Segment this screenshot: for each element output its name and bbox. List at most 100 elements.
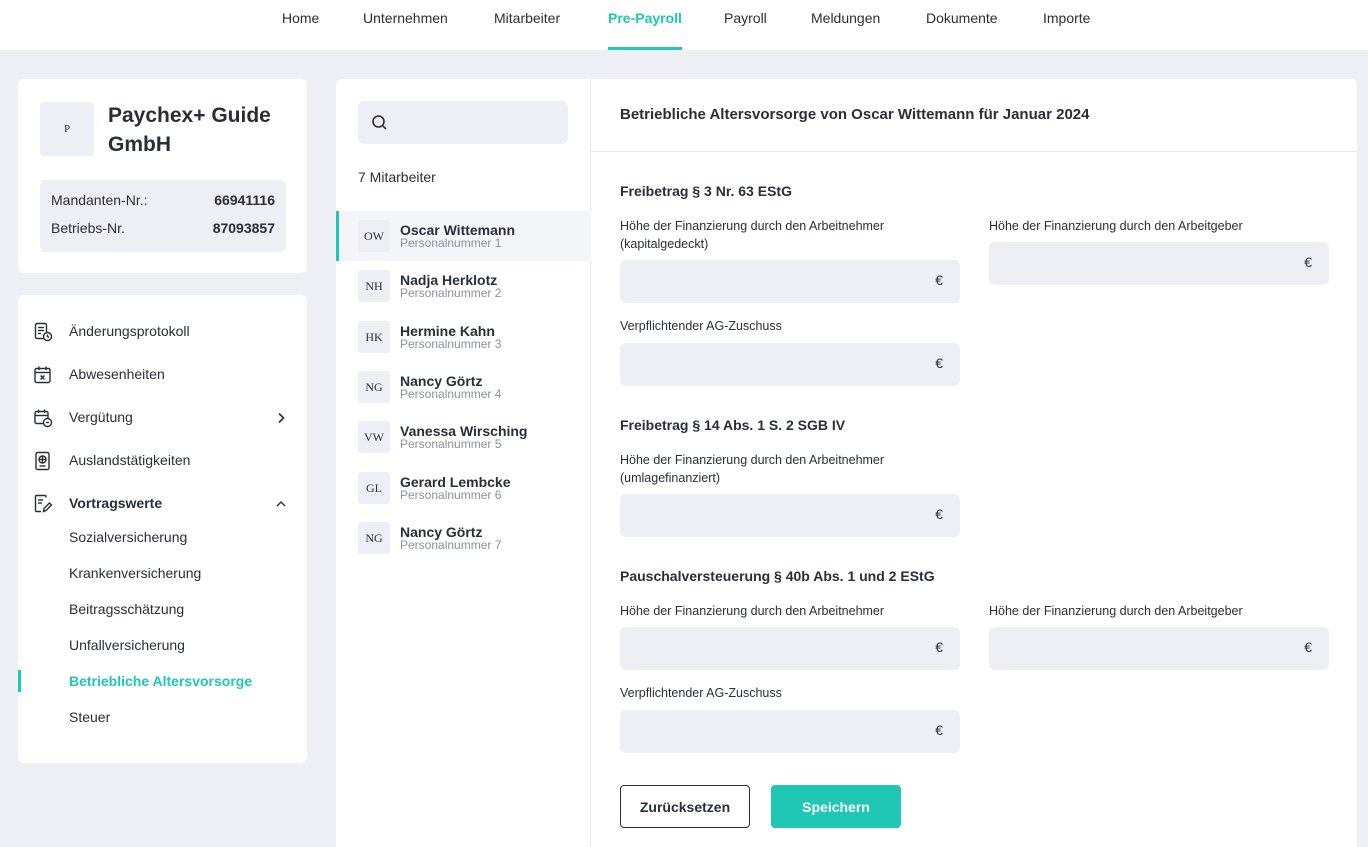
employee-item[interactable]: OW Oscar Wittemann Personalnummer 1 bbox=[336, 211, 591, 261]
euro-suffix: € bbox=[935, 722, 943, 738]
euro-suffix: € bbox=[935, 355, 943, 371]
betrieb-row: Betriebs-Nr. 87093857 bbox=[51, 220, 275, 240]
submenu-beitragsschaetzung[interactable]: Beitragsschätzung bbox=[18, 596, 307, 622]
employee-number: Personalnummer 5 bbox=[400, 437, 502, 451]
edit-document-icon bbox=[34, 494, 53, 513]
menu-label: Änderungsprotokoll bbox=[69, 323, 190, 339]
mandant-value: 66941116 bbox=[214, 192, 275, 208]
menu-item-abwesenheiten[interactable]: Abwesenheiten bbox=[18, 360, 307, 390]
submenu-label: Beitragsschätzung bbox=[69, 601, 185, 617]
section-title-40b: Pauschalversteuerung § 40b Abs. 1 und 2 … bbox=[620, 568, 935, 584]
field-label-an-sec3: Höhe der Finanzierung durch den Arbeitne… bbox=[620, 604, 885, 618]
main-panel: 7 Mitarbeiter OW Oscar Wittemann Persona… bbox=[336, 79, 1357, 847]
field-label-an-umlagefinanziert: Höhe der Finanzierung durch den Arbeitne… bbox=[620, 453, 885, 485]
save-button[interactable]: Speichern bbox=[771, 785, 901, 828]
menu-item-verguetung[interactable]: Vergütung bbox=[18, 403, 307, 433]
avatar: OW bbox=[358, 220, 390, 252]
field-label-ag-sec3: Höhe der Finanzierung durch den Arbeitge… bbox=[989, 604, 1243, 618]
submenu-betriebliche-altersvorsorge[interactable]: Betriebliche Altersvorsorge bbox=[18, 668, 307, 694]
avatar: VW bbox=[358, 421, 390, 453]
side-menu: Änderungsprotokoll Abwesenheiten Vergütu… bbox=[18, 295, 307, 763]
form-header: Betriebliche Altersvorsorge von Oscar Wi… bbox=[591, 79, 1357, 152]
search-input[interactable] bbox=[398, 109, 558, 136]
nav-dokumente[interactable]: Dokumente bbox=[926, 0, 998, 50]
avatar: GL bbox=[358, 472, 390, 504]
submenu-steuer[interactable]: Steuer bbox=[18, 704, 307, 730]
employee-item[interactable]: GL Gerard Lembcke Personalnummer 6 bbox=[336, 463, 591, 513]
field-label-zuschuss-sec1: Verpflichtender AG-Zuschuss bbox=[620, 319, 782, 333]
submenu-label: Steuer bbox=[69, 709, 111, 725]
euro-suffix: € bbox=[935, 272, 943, 288]
menu-item-auslandstaetigkeiten[interactable]: Auslandstätigkeiten bbox=[18, 446, 307, 476]
betrieb-value: 87093857 bbox=[212, 220, 275, 236]
submenu-label: Sozialversicherung bbox=[69, 529, 188, 545]
company-name: Paychex+ Guide GmbH bbox=[108, 104, 271, 156]
employee-count: 7 Mitarbeiter bbox=[358, 169, 436, 185]
euro-suffix: € bbox=[1304, 639, 1312, 655]
mandant-label: Mandanten-Nr.: bbox=[51, 192, 148, 208]
submenu-label: Krankenversicherung bbox=[69, 565, 202, 581]
employee-number: Personalnummer 2 bbox=[400, 286, 502, 300]
nav-meldungen[interactable]: Meldungen bbox=[811, 0, 880, 50]
input-an-kapitalgedeckt[interactable]: € bbox=[620, 260, 960, 303]
chevron-right-icon bbox=[278, 412, 285, 424]
avatar: NH bbox=[358, 270, 390, 302]
company-ids: Mandanten-Nr.: 66941116 Betriebs-Nr. 870… bbox=[40, 180, 286, 252]
input-an-umlagefinanziert[interactable]: € bbox=[620, 494, 960, 537]
menu-item-aenderungsprotokoll[interactable]: Änderungsprotokoll bbox=[18, 317, 307, 347]
employee-number: Personalnummer 6 bbox=[400, 488, 502, 502]
submenu-sozialversicherung[interactable]: Sozialversicherung bbox=[18, 524, 307, 550]
menu-label: Abwesenheiten bbox=[69, 366, 165, 382]
section-title-3-nr-63: Freibetrag § 3 Nr. 63 EStG bbox=[620, 183, 792, 199]
nav-home[interactable]: Home bbox=[282, 0, 319, 50]
employee-search[interactable] bbox=[358, 101, 568, 144]
nav-unternehmen[interactable]: Unternehmen bbox=[363, 0, 448, 50]
input-zuschuss-sec3[interactable]: € bbox=[620, 710, 960, 753]
top-navigation: Home Unternehmen Mitarbeiter Pre-Payroll… bbox=[0, 0, 1368, 50]
section-title-14-sgb-iv: Freibetrag § 14 Abs. 1 S. 2 SGB IV bbox=[620, 417, 846, 433]
submenu-krankenversicherung[interactable]: Krankenversicherung bbox=[18, 560, 307, 586]
passport-icon bbox=[35, 451, 50, 471]
menu-label: Vortragswerte bbox=[69, 495, 163, 511]
nav-mitarbeiter[interactable]: Mitarbeiter bbox=[494, 0, 560, 50]
input-zuschuss-sec1[interactable]: € bbox=[620, 343, 960, 386]
field-label-ag-sec1: Höhe der Finanzierung durch den Arbeitge… bbox=[989, 219, 1243, 233]
euro-suffix: € bbox=[1304, 254, 1312, 270]
document-clock-icon bbox=[34, 322, 53, 342]
input-ag-sec1[interactable]: € bbox=[989, 242, 1329, 285]
euro-suffix: € bbox=[935, 639, 943, 655]
employee-number: Personalnummer 7 bbox=[400, 538, 502, 552]
menu-item-vortragswerte[interactable]: Vortragswerte bbox=[18, 489, 307, 519]
input-an-sec3[interactable]: € bbox=[620, 627, 960, 670]
employee-list-column: 7 Mitarbeiter OW Oscar Wittemann Persona… bbox=[336, 79, 591, 847]
nav-pre-payroll[interactable]: Pre-Payroll bbox=[608, 0, 682, 50]
reset-button[interactable]: Zurücksetzen bbox=[620, 785, 750, 828]
nav-importe[interactable]: Importe bbox=[1043, 0, 1090, 50]
menu-label: Vergütung bbox=[69, 409, 133, 425]
field-label-zuschuss-sec3: Verpflichtender AG-Zuschuss bbox=[620, 686, 782, 700]
avatar: NG bbox=[358, 371, 390, 403]
mandant-row: Mandanten-Nr.: 66941116 bbox=[51, 192, 275, 212]
page-title: Betriebliche Altersvorsorge von Oscar Wi… bbox=[620, 106, 1090, 123]
employee-number: Personalnummer 4 bbox=[400, 387, 502, 401]
avatar: NG bbox=[358, 522, 390, 554]
chevron-up-icon bbox=[276, 501, 286, 507]
calendar-x-icon bbox=[34, 366, 51, 384]
submenu-unfallversicherung[interactable]: Unfallversicherung bbox=[18, 632, 307, 658]
search-icon bbox=[372, 115, 387, 130]
employee-number: Personalnummer 3 bbox=[400, 337, 502, 351]
employee-item[interactable]: NH Nadja Herklotz Personalnummer 2 bbox=[336, 261, 591, 311]
menu-label: Auslandstätigkeiten bbox=[69, 452, 191, 468]
employee-item[interactable]: VW Vanessa Wirsching Personalnummer 5 bbox=[336, 412, 591, 462]
field-label-an-kapitalgedeckt: Höhe der Finanzierung durch den Arbeitne… bbox=[620, 219, 885, 251]
betrieb-label: Betriebs-Nr. bbox=[51, 220, 125, 236]
nav-payroll[interactable]: Payroll bbox=[724, 0, 767, 50]
employee-number: Personalnummer 1 bbox=[400, 236, 502, 250]
company-card: P Paychex+ Guide GmbH Mandanten-Nr.: 669… bbox=[18, 79, 307, 273]
employee-item[interactable]: NG Nancy Görtz Personalnummer 7 bbox=[336, 513, 591, 563]
employee-item[interactable]: HK Hermine Kahn Personalnummer 3 bbox=[336, 312, 591, 362]
employee-item[interactable]: NG Nancy Görtz Personalnummer 4 bbox=[336, 362, 591, 412]
avatar: HK bbox=[358, 321, 390, 353]
euro-suffix: € bbox=[935, 506, 943, 522]
input-ag-sec3[interactable]: € bbox=[989, 627, 1329, 670]
